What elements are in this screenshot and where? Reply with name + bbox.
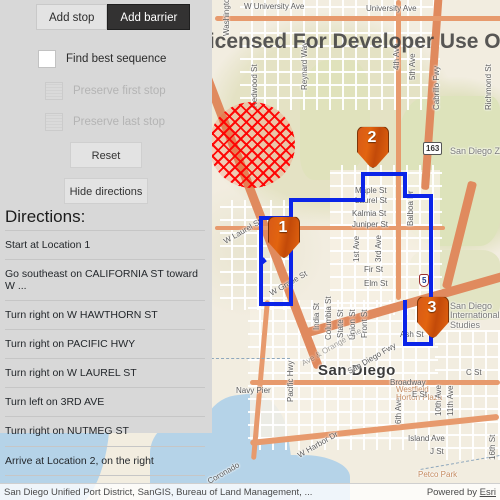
map-label: Navy Pier: [236, 386, 271, 395]
map-label: 11th Ave: [446, 385, 455, 416]
map-label: San Diego International Studies: [450, 301, 500, 330]
direction-step[interactable]: Turn right on PACIFIC HWY: [5, 330, 205, 360]
map-attribution-bar: San Diego Unified Port District, SanGIS,…: [0, 483, 500, 500]
powered-by-text: Powered by: [426, 486, 480, 498]
route-segment: [289, 198, 293, 218]
route-stop-marker[interactable]: 1: [268, 216, 300, 258]
direction-step[interactable]: Turn left on 3RD AVE: [5, 388, 205, 418]
map-label: 5th Ave: [408, 53, 417, 80]
direction-step[interactable]: Go southeast on CALIFORNIA ST toward W .…: [5, 260, 205, 302]
find-best-sequence-checkbox[interactable]: [38, 50, 56, 68]
barrier-graphic[interactable]: [209, 102, 295, 188]
route-segment: [403, 300, 407, 346]
map-label: W University Ave: [244, 2, 305, 11]
directions-list: Start at Location 1 Go southeast on CALI…: [5, 230, 205, 476]
map-label: San Diego Zoo: [450, 146, 500, 156]
direction-step[interactable]: Turn right on W LAUREL ST: [5, 359, 205, 389]
hide-directions-button[interactable]: Hide directions: [64, 178, 148, 204]
map-label: University Ave: [366, 4, 417, 13]
direction-step[interactable]: Turn right on NUTMEG ST: [5, 417, 205, 447]
direction-step[interactable]: Start at Location 1: [5, 230, 205, 261]
stop-number: 2: [367, 129, 377, 146]
map-label: Juniper St: [352, 220, 389, 229]
preserve-last-stop-label: Preserve last stop: [73, 116, 166, 128]
map-label: 1st Ave: [352, 235, 361, 262]
map-label: J St: [430, 447, 444, 456]
direction-step[interactable]: Turn right on W HAWTHORN ST: [5, 301, 205, 331]
map-label: 10th Ave: [434, 385, 443, 416]
preserve-last-stop-row: Preserve last stop: [45, 113, 165, 131]
route-segment: [361, 172, 365, 202]
stop-number: 1: [278, 219, 288, 236]
preserve-first-stop-row: Preserve first stop: [45, 82, 166, 100]
powered-by-esri: Powered by Esri: [427, 487, 496, 498]
route-segment: [259, 216, 263, 262]
map-label: Petco Park: [418, 470, 458, 479]
map-label: Columbia St: [324, 296, 333, 340]
map-route-shield-i5: 5: [419, 274, 430, 287]
map-road-university: [215, 16, 500, 21]
map-label: Elm St: [364, 279, 388, 288]
route-segment: [403, 342, 433, 346]
esri-link[interactable]: Esri: [480, 487, 496, 498]
developer-use-watermark: Licensed For Developer Use Only: [196, 30, 500, 53]
preserve-last-stop-checkbox: [45, 113, 63, 131]
preserve-first-stop-label: Preserve first stop: [73, 85, 166, 97]
reset-button[interactable]: Reset: [70, 142, 142, 168]
map-label: C St: [466, 368, 482, 377]
map-label: Maple St: [355, 186, 387, 195]
directions-heading: Directions:: [5, 207, 86, 226]
stop-number: 3: [427, 299, 437, 316]
route-planner-app: W University Ave University Ave Washingt…: [0, 0, 500, 500]
find-best-sequence-row[interactable]: Find best sequence: [38, 50, 166, 68]
tool-panel: Add stop Add barrier Find best sequence P…: [0, 0, 212, 476]
map-label: Island Ave: [408, 434, 445, 443]
find-best-sequence-label: Find best sequence: [66, 53, 167, 65]
direction-step[interactable]: Arrive at Location 2, on the right: [5, 447, 205, 476]
attribution-sources: San Diego Unified Port District, SanGIS,…: [4, 486, 313, 498]
map-label: Cabrillo Fwy: [432, 65, 441, 110]
route-segment: [361, 172, 407, 176]
map-route-shield-163: 163: [423, 142, 443, 155]
mode-button-group: Add stop Add barrier: [36, 4, 191, 30]
route-segment: [289, 198, 365, 202]
map-label: 16th St: [488, 434, 497, 460]
add-stop-button[interactable]: Add stop: [36, 4, 108, 30]
map-label: India St: [312, 302, 321, 330]
route-segment: [259, 258, 263, 306]
map-label: Richmond St: [484, 64, 493, 110]
route-segment: [259, 302, 293, 306]
add-barrier-button[interactable]: Add barrier: [107, 4, 191, 30]
map-label: Fir St: [364, 265, 384, 274]
map-label: Kalmia St: [352, 209, 387, 218]
map-label: Broadway: [390, 378, 426, 387]
route-stop-marker[interactable]: 2: [357, 126, 389, 168]
map-label: Pacific Hwy: [286, 360, 295, 402]
map-label: E St: [412, 390, 428, 399]
preserve-first-stop-checkbox: [45, 82, 63, 100]
route-stop-marker[interactable]: 3: [417, 296, 449, 338]
map-label: 3rd Ave: [374, 235, 383, 262]
